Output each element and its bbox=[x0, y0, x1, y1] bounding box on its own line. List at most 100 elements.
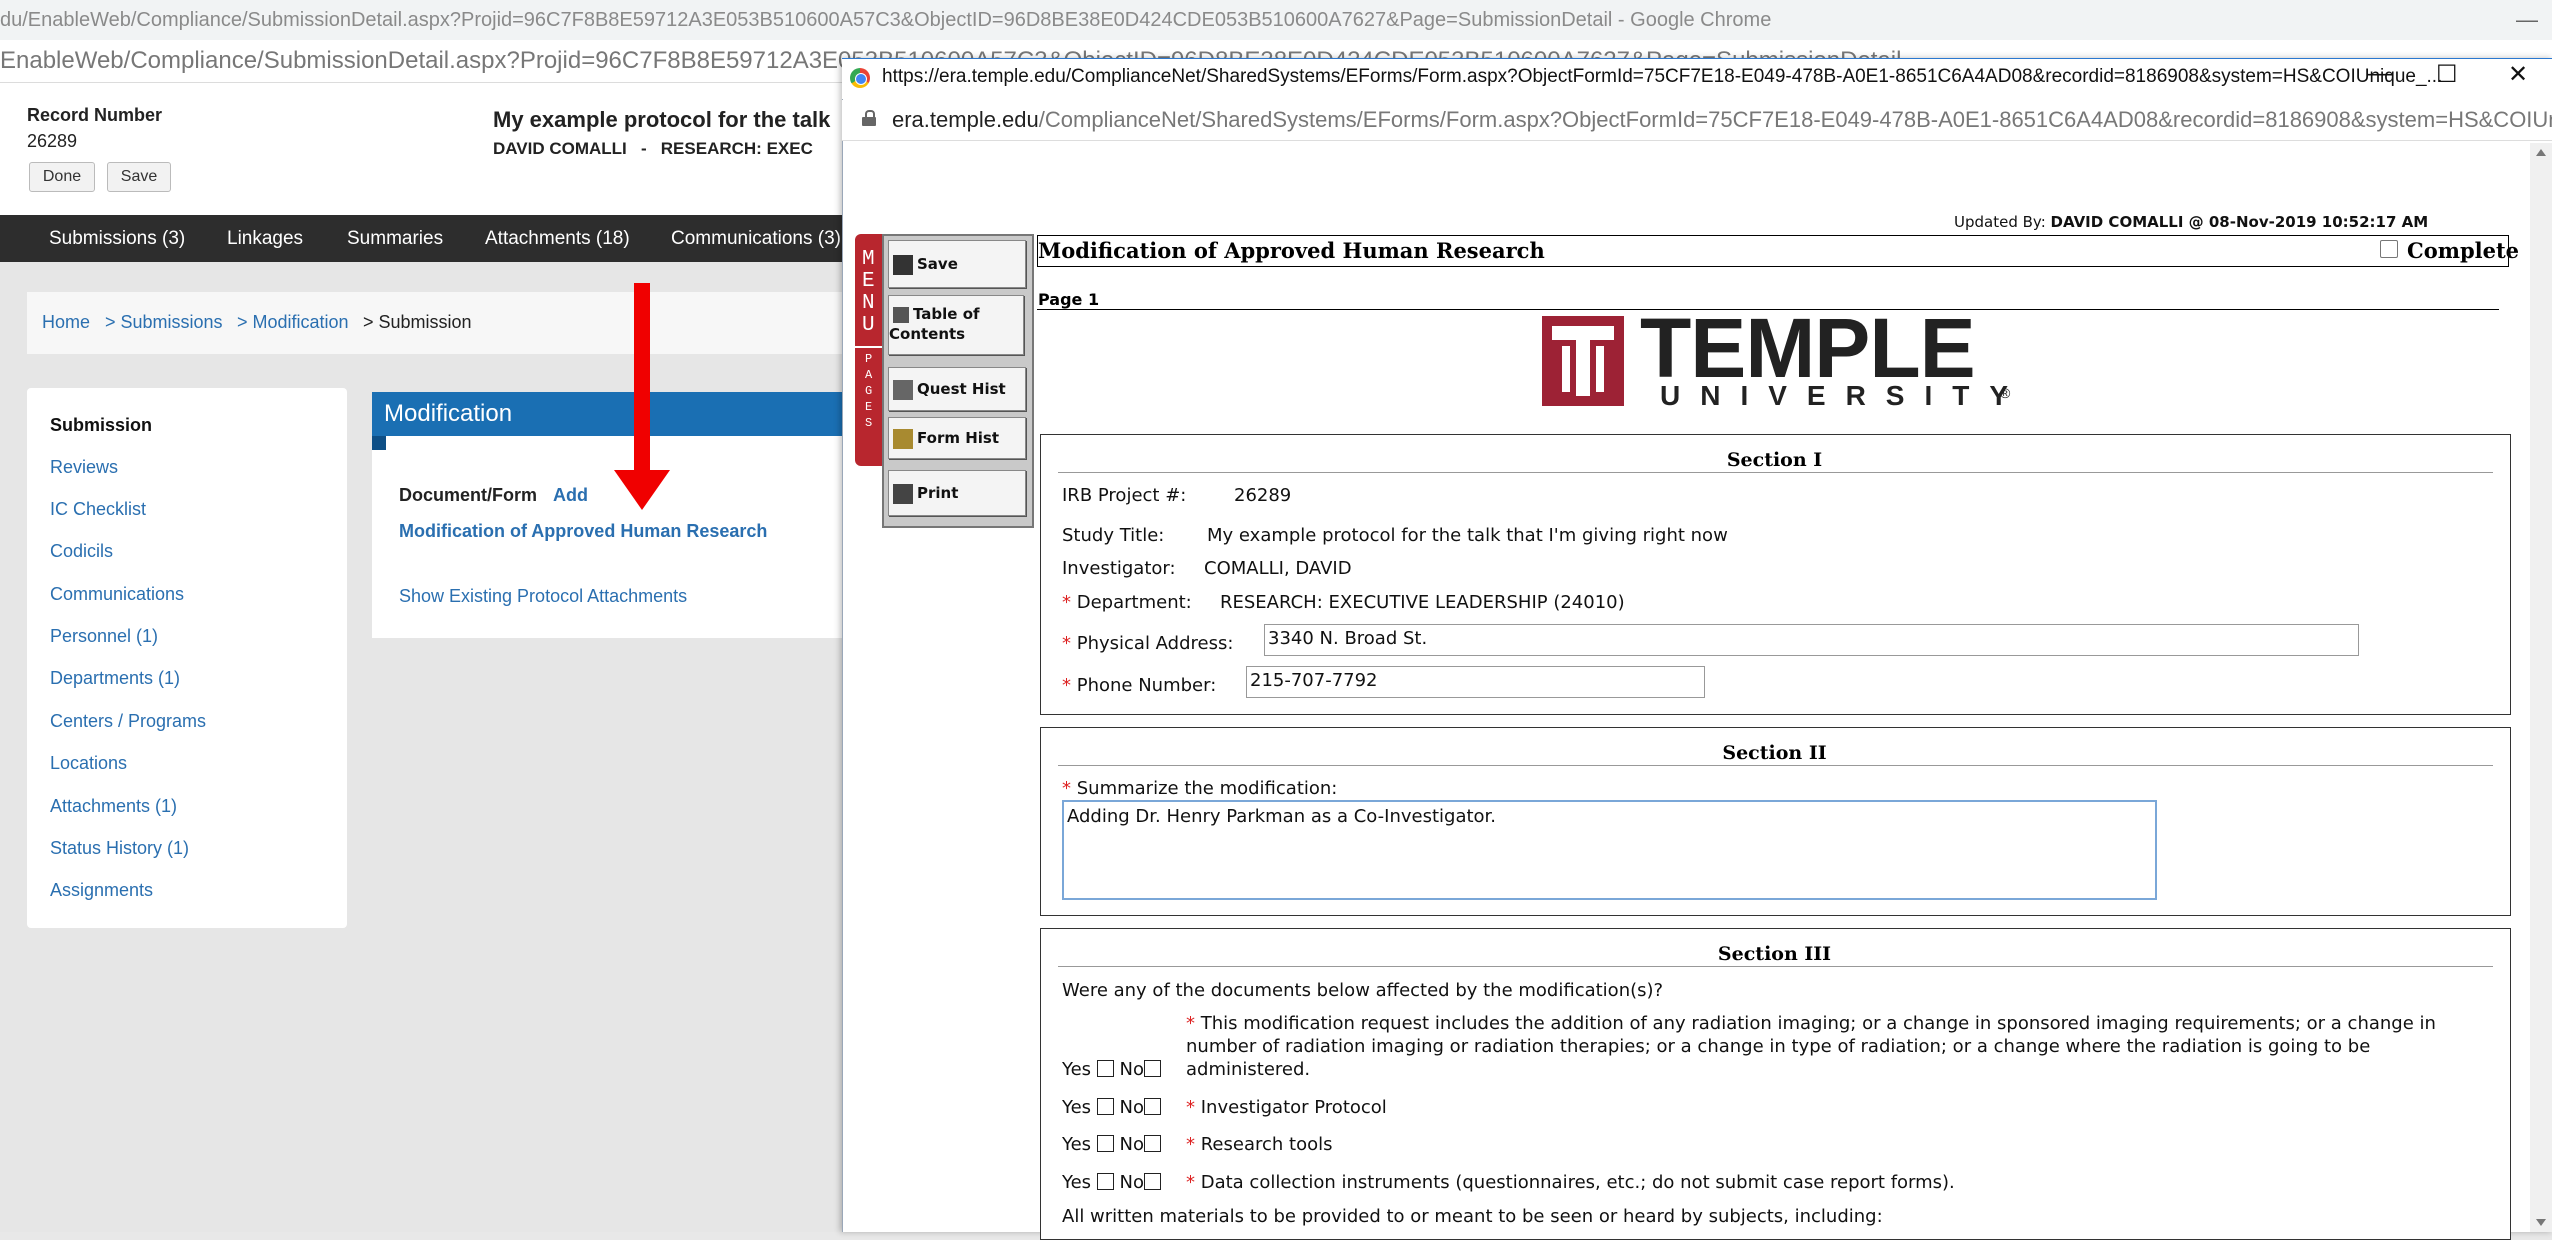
required-marker: * bbox=[1062, 675, 1071, 696]
sidebar-title: Submission bbox=[50, 415, 153, 435]
menu-print-button[interactable]: Print bbox=[888, 470, 1026, 516]
physical-address-input[interactable]: 3340 N. Broad St. bbox=[1264, 624, 2359, 656]
sidebar-item-assignments[interactable]: Assignments bbox=[50, 880, 153, 901]
form-title: Modification of Approved Human Research bbox=[1038, 238, 1545, 263]
protocol-no-checkbox[interactable] bbox=[1144, 1098, 1162, 1115]
yes-label: Yes bbox=[1062, 1059, 1092, 1080]
menu-quest-hist-button[interactable]: Quest Hist bbox=[888, 367, 1026, 411]
show-attachments-link[interactable]: Show Existing Protocol Attachments bbox=[399, 586, 687, 607]
scroll-up-icon[interactable] bbox=[2536, 149, 2546, 156]
popup-minimize-button[interactable]: — bbox=[2368, 60, 2392, 88]
modification-panel-title: Modification bbox=[384, 400, 513, 427]
document-form-label: Document/Form bbox=[399, 485, 538, 505]
breadcrumb-home[interactable]: Home bbox=[42, 312, 90, 333]
nav-attachments[interactable]: Attachments (18) bbox=[485, 215, 630, 262]
section-3-title: Section III bbox=[1717, 943, 1832, 965]
radiation-line-1: This modification request includes the a… bbox=[1200, 1013, 2436, 1034]
section-2-divider bbox=[1058, 765, 2493, 766]
required-marker: * bbox=[1186, 1097, 1195, 1118]
minimize-icon[interactable]: — bbox=[2516, 0, 2538, 40]
floppy-disk-icon bbox=[893, 254, 913, 275]
scroll-down-icon[interactable] bbox=[2536, 1219, 2546, 1226]
popup-close-button[interactable]: ✕ bbox=[2508, 60, 2528, 89]
add-form-link[interactable]: Add bbox=[553, 485, 588, 506]
section-1-title: Section I bbox=[1726, 449, 1823, 471]
sidebar-item-status-history[interactable]: Status History (1) bbox=[50, 838, 189, 859]
written-materials-text: All written materials to be provided to … bbox=[1062, 1206, 1883, 1227]
save-button[interactable]: Save bbox=[107, 162, 171, 192]
form-link[interactable]: Modification of Approved Human Research bbox=[399, 521, 767, 542]
updated-by-label: Updated By: bbox=[1954, 213, 2046, 231]
menu-toc-button[interactable]: Table of Contents bbox=[888, 295, 1024, 355]
sidebar-item-departments[interactable]: Departments (1) bbox=[50, 668, 180, 689]
nav-communications[interactable]: Communications (3) bbox=[671, 215, 841, 262]
tab-letter: U bbox=[862, 314, 875, 337]
nav-submissions[interactable]: Submissions (3) bbox=[49, 215, 185, 262]
menu-form-hist-button[interactable]: Form Hist bbox=[888, 417, 1026, 459]
sidebar-item-attachments[interactable]: Attachments (1) bbox=[50, 796, 177, 817]
header-corner-decoration bbox=[372, 436, 386, 450]
background-window-titlebar: du/EnableWeb/Compliance/SubmissionDetail… bbox=[0, 0, 2552, 40]
protocol-title: My example protocol for the talk bbox=[493, 107, 831, 132]
tools-no-checkbox[interactable] bbox=[1144, 1135, 1162, 1152]
tab-letter: A bbox=[865, 368, 873, 382]
section-1-divider bbox=[1058, 472, 2493, 473]
protocol-subtitle: DAVID COMALLI - RESEARCH: EXEC bbox=[493, 139, 813, 158]
instruments-no-checkbox[interactable] bbox=[1144, 1173, 1162, 1190]
tab-divider bbox=[855, 346, 885, 348]
sidebar-item-personnel[interactable]: Personnel (1) bbox=[50, 626, 158, 647]
sidebar-item-locations[interactable]: Locations bbox=[50, 753, 127, 774]
tab-letter: G bbox=[865, 384, 873, 398]
nav-linkages[interactable]: Linkages bbox=[227, 215, 303, 262]
radiation-yes-checkbox[interactable] bbox=[1096, 1060, 1114, 1077]
tab-letter: P bbox=[865, 352, 873, 366]
sidebar-item-ic-checklist[interactable]: IC Checklist bbox=[50, 499, 146, 520]
menu-save-button[interactable]: Save bbox=[888, 240, 1026, 288]
popup-title: https://era.temple.edu/ComplianceNet/Sha… bbox=[882, 66, 2443, 87]
printer-icon bbox=[893, 483, 913, 504]
complete-checkbox[interactable] bbox=[2380, 240, 2398, 258]
sidebar-item-communications[interactable]: Communications bbox=[50, 584, 184, 605]
breadcrumb-submissions[interactable]: > Submissions bbox=[105, 312, 223, 333]
done-button[interactable]: Done bbox=[29, 162, 95, 192]
radiation-line-3: administered. bbox=[1186, 1059, 1311, 1080]
phone-number-input[interactable]: 215-707-7792 bbox=[1246, 666, 1705, 698]
annotation-arrow bbox=[634, 283, 650, 473]
nav-summaries[interactable]: Summaries bbox=[347, 215, 443, 262]
instruments-yes-no: Yes No bbox=[1062, 1172, 1162, 1193]
breadcrumb-modification[interactable]: > Modification bbox=[237, 312, 349, 333]
background-window-title: du/EnableWeb/Compliance/SubmissionDetail… bbox=[0, 9, 1772, 31]
instruments-yes-checkbox[interactable] bbox=[1096, 1173, 1114, 1190]
irb-value: 26289 bbox=[1234, 485, 1292, 506]
phone-label: * Phone Number: bbox=[1062, 675, 1216, 696]
sidebar-item-reviews[interactable]: Reviews bbox=[50, 457, 118, 478]
study-title-value: My example protocol for the talk that I'… bbox=[1207, 525, 1728, 546]
yes-label: Yes bbox=[1062, 1097, 1092, 1118]
sidebar-item-centers-programs[interactable]: Centers / Programs bbox=[50, 711, 206, 732]
history-icon bbox=[893, 379, 913, 400]
data-collection-item: * Data collection instruments (questionn… bbox=[1186, 1172, 1955, 1193]
tools-yes-no: Yes No bbox=[1062, 1134, 1162, 1155]
tools-yes-checkbox[interactable] bbox=[1096, 1135, 1114, 1152]
summary-textarea[interactable]: Adding Dr. Henry Parkman as a Co-Investi… bbox=[1062, 800, 2157, 900]
section-3 bbox=[1040, 928, 2511, 1240]
data-collection-label: Data collection instruments (questionnai… bbox=[1200, 1172, 1955, 1193]
no-label: No bbox=[1119, 1059, 1145, 1080]
research-tools-item: * Research tools bbox=[1186, 1134, 1332, 1155]
investigator-label: Investigator: bbox=[1062, 558, 1176, 579]
radiation-no-checkbox[interactable] bbox=[1144, 1060, 1162, 1077]
chrome-icon bbox=[850, 68, 870, 88]
menu-quest-hist-label: Quest Hist bbox=[917, 380, 1006, 398]
sidebar-item-codicils[interactable]: Codicils bbox=[50, 541, 113, 562]
tab-letter: E bbox=[865, 400, 873, 414]
required-marker: * bbox=[1062, 592, 1071, 613]
popup-url-path: /ComplianceNet/SharedSystems/EForms/Form… bbox=[1038, 107, 2552, 132]
record-nav-bar: Submissions (3) Linkages Summaries Attac… bbox=[0, 215, 850, 262]
protocol-yes-checkbox[interactable] bbox=[1096, 1098, 1114, 1115]
popup-url-host: era.temple.edu bbox=[892, 107, 1039, 132]
protocol-yes-no: Yes No bbox=[1062, 1097, 1162, 1118]
popup-scrollbar[interactable] bbox=[2530, 143, 2552, 1232]
investigator-protocol-label: Investigator Protocol bbox=[1200, 1097, 1387, 1118]
section-3-divider bbox=[1058, 966, 2493, 967]
popup-maximize-button[interactable]: ☐ bbox=[2436, 60, 2458, 89]
